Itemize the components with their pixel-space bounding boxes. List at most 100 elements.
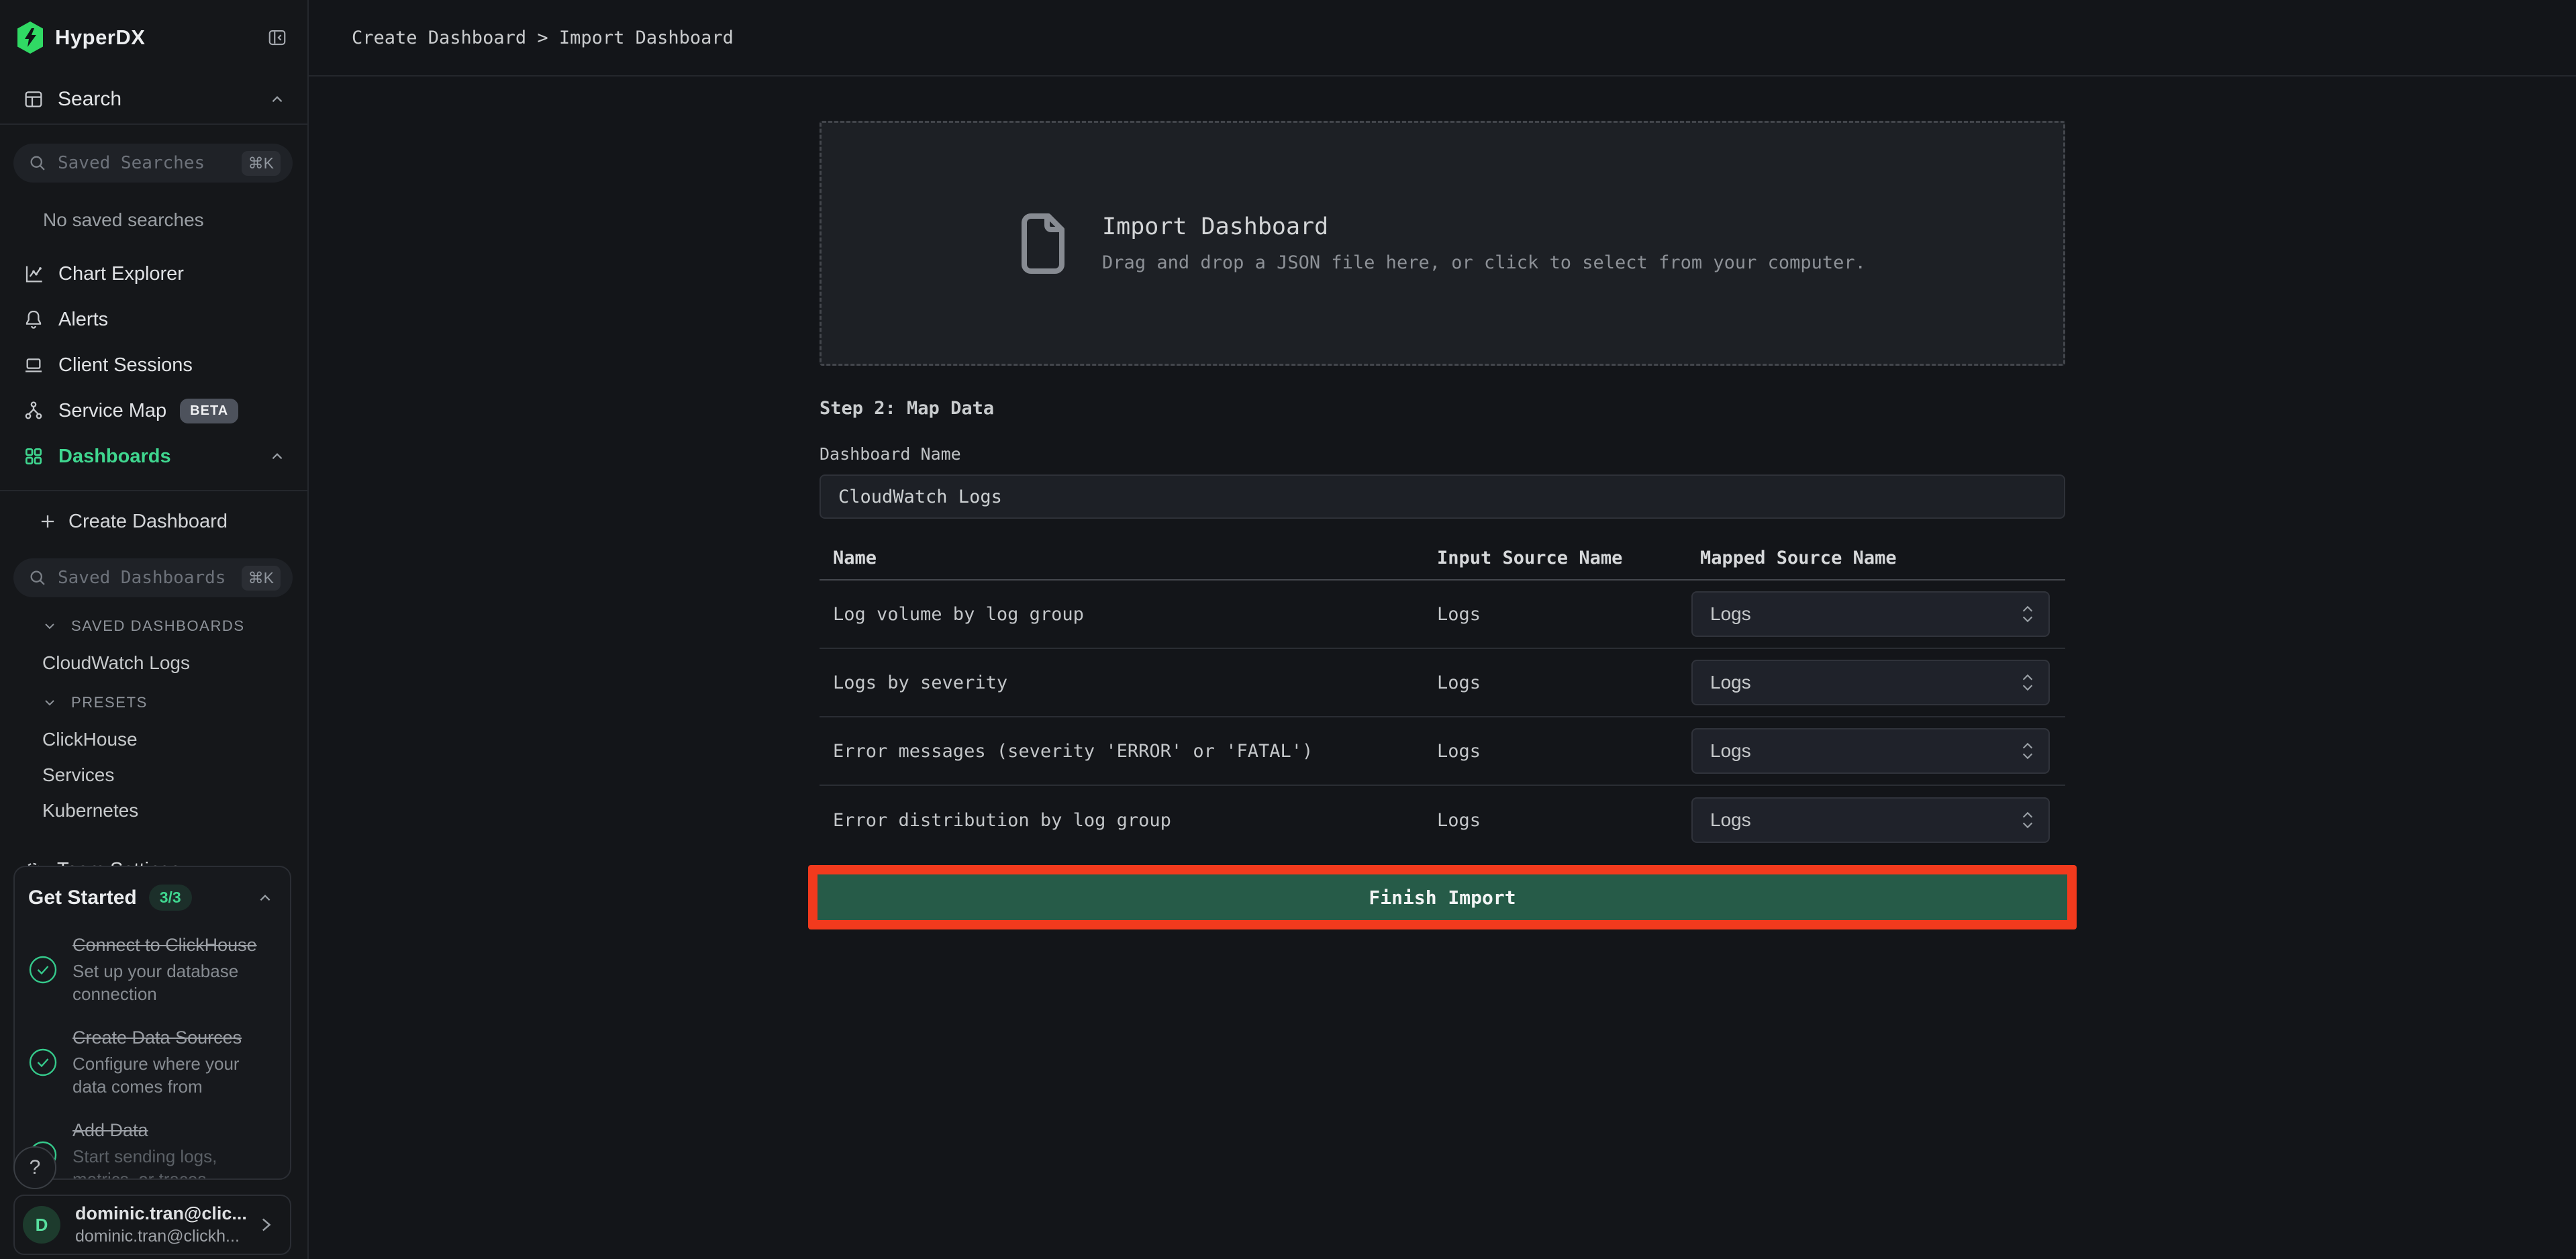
section-title: PRESETS <box>71 694 148 711</box>
select-chevrons-icon <box>2020 604 2035 624</box>
table-row: Log volume by log group Logs Logs <box>820 581 2065 649</box>
section-title: SAVED DASHBOARDS <box>71 617 245 635</box>
get-started-header[interactable]: Get Started 3/3 <box>28 885 274 911</box>
get-started-items: Connect to ClickHouse Set up your databa… <box>28 934 274 1180</box>
sidebar-nav: Chart Explorer Alerts Client Sessions <box>0 251 307 491</box>
saved-searches-search[interactable]: ⌘K <box>13 144 293 183</box>
saved-dashboards-input[interactable] <box>58 568 242 588</box>
get-started-item-title: Create Data Sources <box>72 1026 267 1049</box>
avatar: D <box>23 1206 60 1244</box>
chevron-up-icon[interactable] <box>268 92 286 107</box>
sidebar-group-search[interactable]: Search <box>0 75 307 125</box>
sidebar-item-clickhouse[interactable]: ClickHouse <box>42 729 307 750</box>
table-row: Logs by severity Logs Logs <box>820 649 2065 717</box>
sidebar-item-service-map[interactable]: Service Map BETA <box>0 388 307 434</box>
help-button[interactable]: ? <box>13 1146 56 1189</box>
chevron-down-icon <box>42 619 58 633</box>
saved-dashboards-search[interactable]: ⌘K <box>13 558 293 597</box>
app-root: HyperDX Search <box>0 0 2576 1259</box>
mapped-source-select[interactable]: Logs <box>1691 797 2050 843</box>
sidebar-item-label: Chart Explorer <box>58 263 184 285</box>
sidebar-item-kubernetes[interactable]: Kubernetes <box>42 800 307 821</box>
search-section-label: Search <box>58 88 268 111</box>
collapse-sidebar-icon[interactable] <box>267 28 287 48</box>
check-circle-icon <box>28 934 58 1006</box>
brand-row: HyperDX <box>0 0 307 75</box>
brand: HyperDX <box>17 21 145 54</box>
column-header-mapped-source: Mapped Source Name <box>1691 548 2065 568</box>
input-source-cell: Logs <box>1437 672 1691 693</box>
chevron-up-icon[interactable] <box>268 449 286 464</box>
finish-import-button[interactable]: Finish Import <box>818 874 2067 920</box>
sidebar-item-label: Service Map <box>58 400 166 422</box>
get-started-item-desc: Configure where your data comes from <box>72 1053 267 1099</box>
column-header-name: Name <box>820 548 1437 568</box>
get-started-item-connect[interactable]: Connect to ClickHouse Set up your databa… <box>28 934 274 1006</box>
main-area: Create Dashboard > Import Dashboard Impo… <box>309 0 2576 1259</box>
brand-name: HyperDX <box>55 26 145 50</box>
get-started-item-title: Add Data <box>72 1119 267 1142</box>
input-source-cell: Logs <box>1437 741 1691 762</box>
get-started-card: Get Started 3/3 Connect to ClickHouse Se… <box>13 866 291 1180</box>
get-started-item-title: Connect to ClickHouse <box>72 934 267 956</box>
sidebar-item-chart-explorer[interactable]: Chart Explorer <box>0 251 307 297</box>
import-dropzone[interactable]: Import Dashboard Drag and drop a JSON fi… <box>820 121 2065 366</box>
chart-name-cell: Error messages (severity 'ERROR' or 'FAT… <box>820 741 1437 762</box>
topbar: Create Dashboard > Import Dashboard <box>309 0 2576 77</box>
sidebar-item-client-sessions[interactable]: Client Sessions <box>0 342 307 388</box>
user-email: dominic.tran@clickh... <box>75 1227 258 1246</box>
mapped-source-select[interactable]: Logs <box>1691 591 2050 637</box>
select-chevrons-icon <box>2020 672 2035 693</box>
check-circle-icon <box>28 1026 58 1099</box>
select-chevrons-icon <box>2020 810 2035 830</box>
sidebar-item-alerts[interactable]: Alerts <box>0 297 307 342</box>
mapped-source-select[interactable]: Logs <box>1691 660 2050 705</box>
search-icon <box>28 568 47 587</box>
file-icon <box>1019 212 1067 275</box>
saved-searches-input[interactable] <box>58 153 242 173</box>
no-saved-searches-text: No saved searches <box>43 209 307 231</box>
dropzone-title: Import Dashboard <box>1102 213 1866 240</box>
get-started-item-sources[interactable]: Create Data Sources Configure where your… <box>28 1026 274 1099</box>
user-account-button[interactable]: D dominic.tran@clic... dominic.tran@clic… <box>13 1195 291 1255</box>
sidebar-item-services[interactable]: Services <box>42 764 307 786</box>
dashboard-name-input[interactable] <box>820 474 2065 519</box>
input-source-cell: Logs <box>1437 810 1691 831</box>
get-started-item-desc: Set up your database connection <box>72 960 267 1006</box>
content: Import Dashboard Drag and drop a JSON fi… <box>820 77 2065 929</box>
create-dashboard-button[interactable]: Create Dashboard <box>0 499 307 544</box>
sidebar-item-label: Dashboards <box>58 446 171 468</box>
dashboards-grid-icon <box>22 446 45 467</box>
step-title: Step 2: Map Data <box>820 398 2065 419</box>
get-started-title: Get Started <box>28 887 137 909</box>
chart-name-cell: Logs by severity <box>820 672 1437 693</box>
cmd-k-shortcut: ⌘K <box>242 151 281 176</box>
saved-dashboards-section-header[interactable]: SAVED DASHBOARDS <box>42 617 307 635</box>
user-name: dominic.tran@clic... <box>75 1203 258 1224</box>
service-map-icon <box>22 400 45 421</box>
dashboard-name-label: Dashboard Name <box>820 444 2065 464</box>
chevron-down-icon <box>42 696 58 709</box>
table-row: Error distribution by log group Logs Log… <box>820 786 2065 854</box>
sidebar-item-label: Alerts <box>58 309 108 331</box>
chevron-right-icon <box>258 1215 274 1234</box>
column-header-input-source: Input Source Name <box>1437 548 1691 568</box>
sidebar-item-dashboards[interactable]: Dashboards <box>0 434 307 479</box>
search-icon <box>28 154 47 172</box>
sidebar-item-cloudwatch-logs[interactable]: CloudWatch Logs <box>42 652 307 674</box>
selected-value: Logs <box>1710 672 2020 693</box>
progress-badge: 3/3 <box>149 885 192 911</box>
bell-icon <box>22 309 45 330</box>
create-dashboard-label: Create Dashboard <box>68 511 228 533</box>
get-started-item-add-data[interactable]: Add Data Start sending logs, metrics, or… <box>28 1119 274 1180</box>
beta-badge: BETA <box>180 399 238 423</box>
search-section-icon <box>23 89 44 110</box>
mapped-source-select[interactable]: Logs <box>1691 728 2050 774</box>
annotation-highlight-box: Finish Import <box>808 865 2077 929</box>
chevron-up-icon[interactable] <box>256 891 274 905</box>
presets-section-header[interactable]: PRESETS <box>42 694 307 711</box>
selected-value: Logs <box>1710 740 2020 762</box>
input-source-cell: Logs <box>1437 604 1691 625</box>
map-data-table: Name Input Source Name Mapped Source Nam… <box>820 536 2065 854</box>
hyperdx-logo-icon <box>17 21 43 54</box>
